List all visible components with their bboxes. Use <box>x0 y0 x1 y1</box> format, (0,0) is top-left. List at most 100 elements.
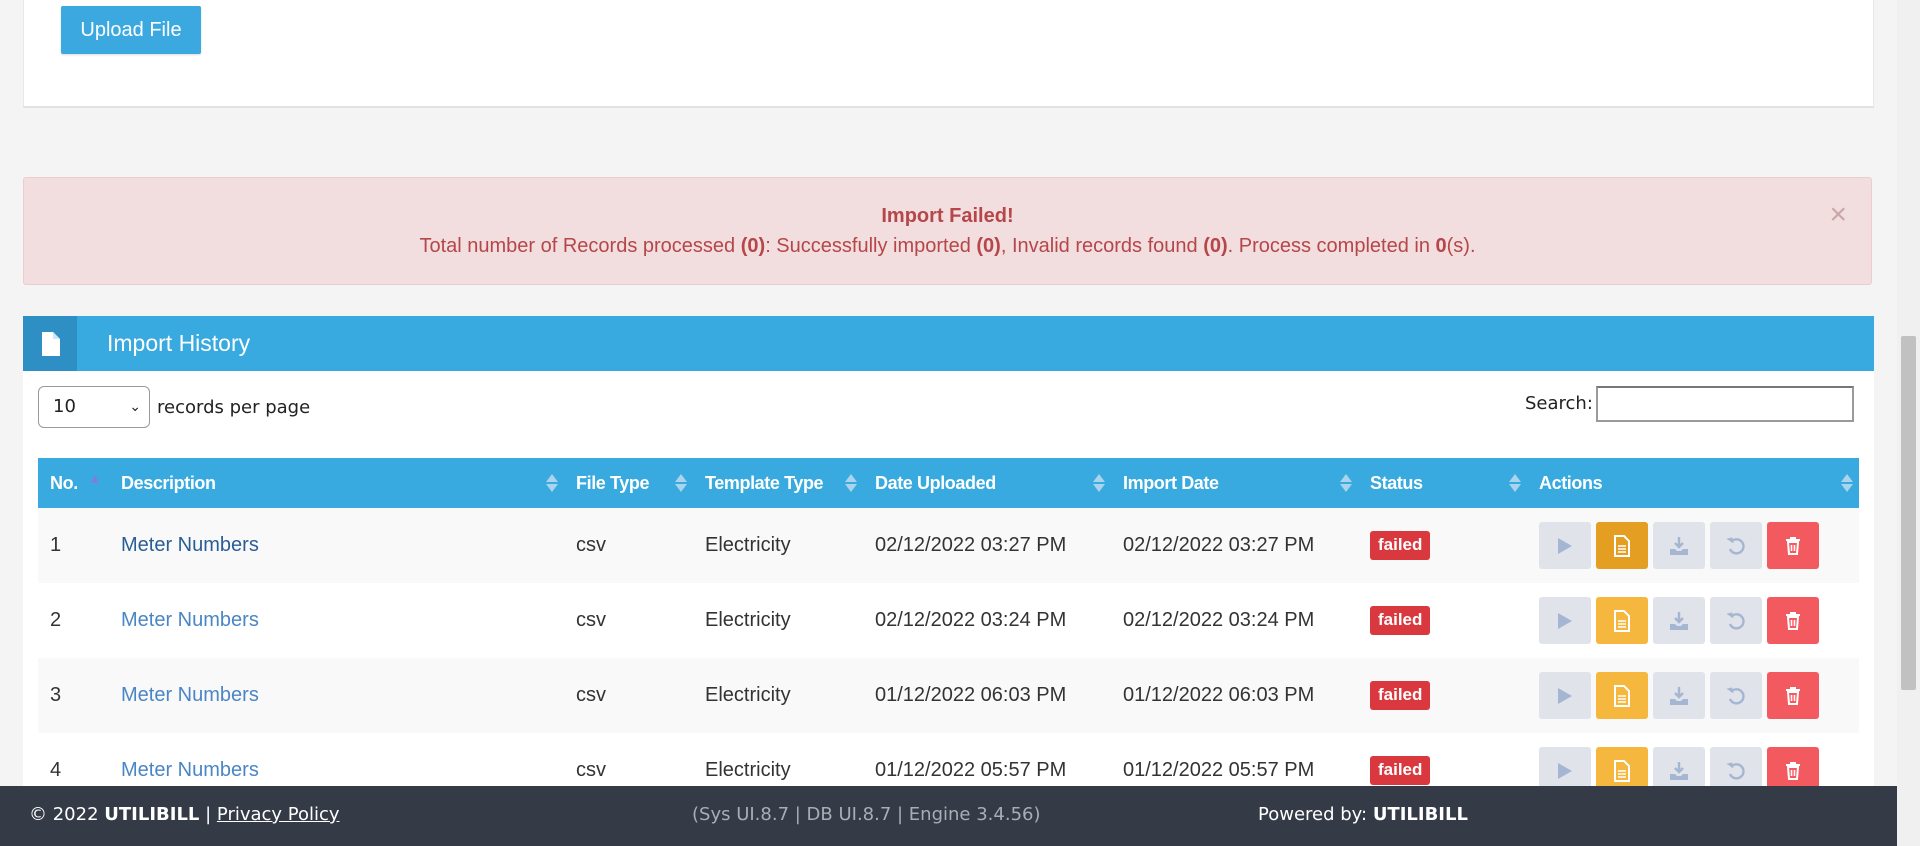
status-badge: failed <box>1370 681 1431 710</box>
status-badge: failed <box>1370 606 1431 635</box>
footer-separator: | <box>199 804 217 825</box>
cell-description: Meter Numbers <box>109 658 564 733</box>
run-import-button[interactable] <box>1539 672 1591 719</box>
import-history-table: No. ▲ Description File Type Template Type… <box>38 458 1859 808</box>
trash-icon <box>1785 611 1801 630</box>
copyright-text: © 2022 <box>29 804 105 825</box>
delete-button[interactable] <box>1767 522 1819 569</box>
row-actions <box>1539 522 1847 569</box>
row-actions <box>1539 597 1847 644</box>
document-icon <box>1613 684 1631 707</box>
description-link[interactable]: Meter Numbers <box>121 684 259 706</box>
download-icon <box>1669 686 1689 706</box>
page-scrollbar[interactable] <box>1897 0 1920 846</box>
alert-text: . Process completed in <box>1227 235 1436 257</box>
cell-file-type: csv <box>576 534 606 556</box>
col-status-label: Status <box>1370 472 1423 493</box>
col-no-label: No. <box>50 472 78 493</box>
col-description[interactable]: Description <box>109 458 564 508</box>
sort-icon <box>1093 474 1105 492</box>
trash-icon <box>1785 686 1801 705</box>
delete-button[interactable] <box>1767 672 1819 719</box>
cell-template-type: Electricity <box>705 534 791 556</box>
sort-icon <box>546 474 558 492</box>
cell-import-date: 01/12/2022 06:03 PM <box>1123 684 1315 706</box>
panel-title: Import History <box>107 330 251 356</box>
col-file-type-label: File Type <box>576 472 650 493</box>
col-file-type[interactable]: File Type <box>564 458 693 508</box>
download-icon <box>1669 536 1689 556</box>
alert-title: Import Failed! <box>881 205 1014 227</box>
view-log-button[interactable] <box>1596 597 1648 644</box>
cell-import-date: 02/12/2022 03:27 PM <box>1123 534 1315 556</box>
col-date-uploaded-label: Date Uploaded <box>875 472 996 493</box>
download-button[interactable] <box>1653 672 1705 719</box>
cell-status: failed <box>1358 658 1527 733</box>
privacy-policy-link[interactable]: Privacy Policy <box>217 804 340 825</box>
upload-file-button[interactable]: Upload File <box>61 6 201 54</box>
alert-text: (s). <box>1446 235 1476 257</box>
view-log-button[interactable] <box>1596 672 1648 719</box>
cell-description: Meter Numbers <box>109 508 564 583</box>
col-no[interactable]: No. ▲ <box>38 458 109 508</box>
powered-by: Powered by: UTILIBILL <box>1258 804 1468 825</box>
sort-icon <box>1841 474 1853 492</box>
download-button[interactable] <box>1653 522 1705 569</box>
powered-by-label: Powered by: <box>1258 804 1373 825</box>
col-actions-label: Actions <box>1539 472 1603 493</box>
cell-no: 3 <box>50 684 62 706</box>
play-icon <box>1557 612 1573 630</box>
alert-message: Total number of Records processed (0) : S… <box>24 235 1871 258</box>
search-label: Search: <box>1525 393 1593 414</box>
download-icon <box>1669 761 1689 781</box>
delete-button[interactable] <box>1767 597 1819 644</box>
table-row: 3 Meter Numbers csv Electricity 01/12/2022 0… <box>38 658 1859 733</box>
alert-invalid-count: (0) <box>1203 235 1228 257</box>
import-history-panel: Import History 10 ⌄ records per page Sea… <box>23 316 1874 808</box>
play-icon <box>1557 687 1573 705</box>
col-template-type[interactable]: Template Type <box>693 458 863 508</box>
cell-actions <box>1527 583 1859 658</box>
footer-copyright: © 2022 UTILIBILL | Privacy Policy <box>29 804 340 825</box>
scrollbar-thumb[interactable] <box>1901 336 1916 690</box>
run-import-button[interactable] <box>1539 597 1591 644</box>
cell-date-uploaded: 02/12/2022 03:27 PM <box>875 534 1067 556</box>
document-icon <box>1613 534 1631 557</box>
row-actions <box>1539 672 1847 719</box>
trash-icon <box>1785 536 1801 555</box>
description-link[interactable]: Meter Numbers <box>121 609 259 631</box>
download-icon <box>1669 611 1689 631</box>
view-log-button[interactable] <box>1596 522 1648 569</box>
revert-button[interactable] <box>1710 522 1762 569</box>
col-date-uploaded[interactable]: Date Uploaded <box>863 458 1111 508</box>
table-row: 2 Meter Numbers csv Electricity 02/12/2022 0… <box>38 583 1859 658</box>
cell-actions <box>1527 508 1859 583</box>
close-icon[interactable]: × <box>1829 200 1847 230</box>
col-status[interactable]: Status <box>1358 458 1527 508</box>
cell-no: 2 <box>50 609 62 631</box>
run-import-button[interactable] <box>1539 522 1591 569</box>
alert-text: : Successfully imported <box>765 235 977 257</box>
cell-file-type: csv <box>576 609 606 631</box>
download-button[interactable] <box>1653 597 1705 644</box>
file-icon <box>23 316 77 371</box>
col-description-label: Description <box>121 472 216 493</box>
col-import-date[interactable]: Import Date <box>1111 458 1358 508</box>
search-input[interactable] <box>1596 386 1854 422</box>
col-actions[interactable]: Actions <box>1527 458 1859 508</box>
panel-header: Import History <box>23 316 1874 371</box>
revert-button[interactable] <box>1710 672 1762 719</box>
table-row: 1 Meter Numbers csv Electricity 02/12/2022 0… <box>38 508 1859 583</box>
records-per-page-value: 10 <box>53 396 76 417</box>
cell-file-type: csv <box>576 684 606 706</box>
records-per-page-select[interactable]: 10 ⌄ <box>38 386 150 428</box>
revert-button[interactable] <box>1710 597 1762 644</box>
alert-seconds: 0 <box>1435 235 1447 257</box>
version-info: (Sys UI.8.7 | DB UI.8.7 | Engine 3.4.56) <box>692 804 1041 825</box>
cell-date-uploaded: 01/12/2022 06:03 PM <box>875 684 1067 706</box>
description-link[interactable]: Meter Numbers <box>121 534 259 556</box>
alert-text: Total number of Records processed <box>419 235 741 257</box>
sort-asc-icon: ▲ <box>88 470 102 486</box>
description-link[interactable]: Meter Numbers <box>121 759 259 781</box>
document-icon <box>1613 759 1631 782</box>
